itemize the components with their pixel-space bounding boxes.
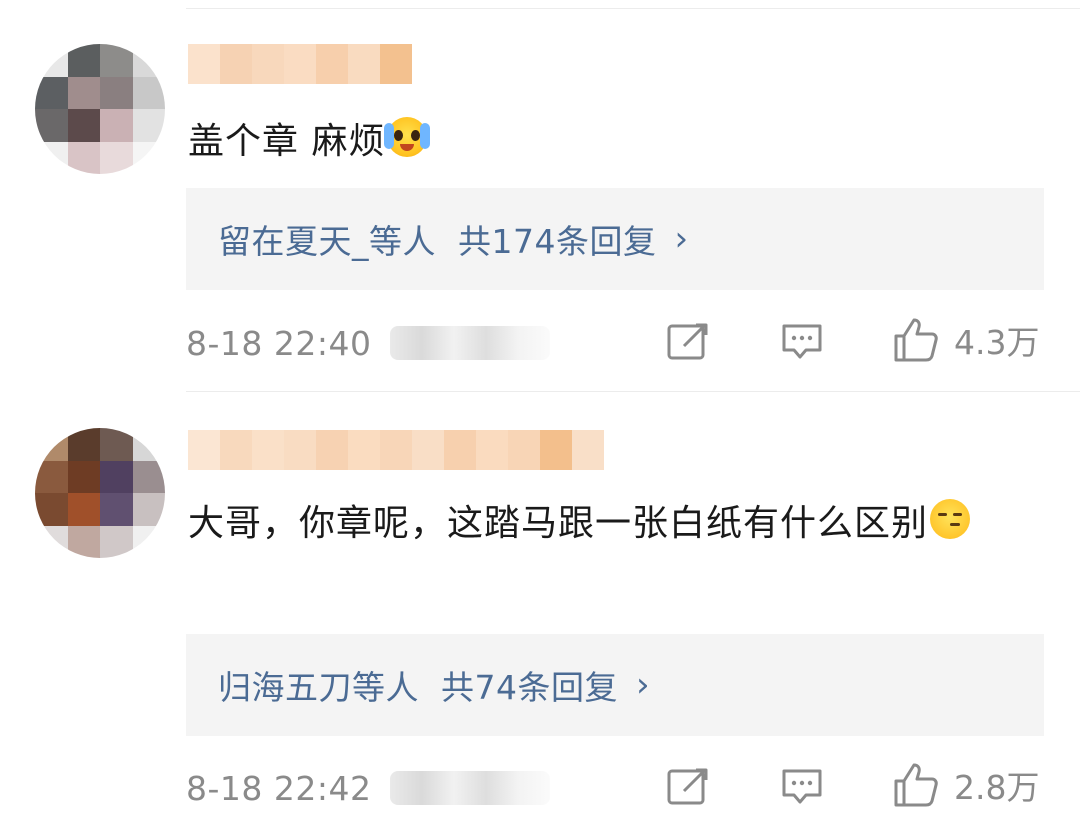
edit-icon [667, 768, 708, 805]
comment-timestamp: 8-18 22:42 [186, 768, 372, 808]
username-blurred[interactable] [188, 430, 608, 470]
reply-count: 共174条回复 [458, 222, 657, 261]
comment-icon [782, 324, 822, 359]
edit-icon [667, 323, 708, 360]
avatar[interactable] [35, 428, 165, 558]
comment-divider [186, 391, 1080, 392]
thumbs-up-icon [894, 763, 938, 807]
edit-button[interactable] [666, 767, 710, 807]
comment-text-content: 大哥，你章呢，这踏马跟一张白纸有什么区别 [188, 503, 929, 544]
replies-preview[interactable]: 留在夏天_等人 共174条回复 › [186, 188, 1044, 290]
reply-users: 归海五刀等人 [218, 668, 419, 707]
comment-icon [782, 769, 822, 804]
comment-text: 盖个章 麻烦 [188, 112, 1048, 172]
comment-text-content: 盖个章 麻烦 [188, 121, 386, 162]
like-count: 4.3万 [954, 323, 1040, 362]
reply-button[interactable] [780, 322, 824, 362]
edit-button[interactable] [666, 322, 710, 362]
thumbs-up-icon [894, 318, 938, 362]
location-blurred [389, 771, 550, 805]
chevron-right-icon: › [674, 219, 689, 259]
comment-timestamp: 8-18 22:40 [186, 323, 372, 363]
reply-users: 留在夏天_等人 [218, 222, 436, 261]
replies-preview[interactable]: 归海五刀等人 共74条回复 › [186, 634, 1044, 736]
like-count: 2.8万 [954, 768, 1040, 807]
chevron-right-icon: › [636, 665, 651, 705]
comment-text: 大哥，你章呢，这踏马跟一张白纸有什么区别 [188, 494, 1048, 554]
crying-laughing-emoji-icon [384, 117, 428, 157]
top-divider [186, 8, 1080, 9]
username-blurred[interactable] [188, 44, 416, 84]
like-button[interactable]: 2.8万 [892, 761, 1039, 809]
avatar[interactable] [35, 44, 165, 174]
location-blurred [389, 326, 550, 360]
reply-count: 共74条回复 [441, 668, 618, 707]
speechless-emoji-icon [930, 499, 971, 539]
like-button[interactable]: 4.3万 [892, 316, 1039, 364]
reply-button[interactable] [780, 767, 824, 807]
